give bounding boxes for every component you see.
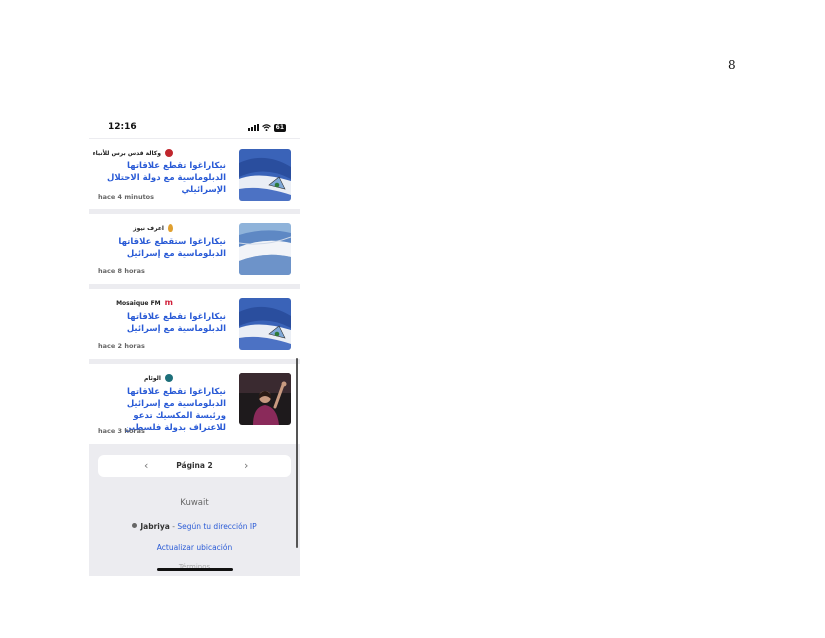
source-name: Mosaique FM bbox=[116, 299, 161, 307]
source-logo-icon bbox=[168, 224, 173, 232]
news-card[interactable]: m Mosaique FM نيكاراغوا تقطع علاقاتها ال… bbox=[89, 289, 300, 359]
news-headline[interactable]: نيكاراغوا تقطع علاقاتها الدبلوماسية مع إ… bbox=[98, 311, 226, 335]
source-name: وكالة قدس برس للأنباء bbox=[92, 149, 161, 157]
news-thumbnail[interactable] bbox=[239, 149, 291, 201]
chevron-right-icon[interactable]: › bbox=[244, 459, 248, 472]
news-card[interactable]: وكالة قدس برس للأنباء نيكاراغوا تقطع علا… bbox=[89, 139, 300, 209]
news-thumbnail[interactable] bbox=[239, 223, 291, 275]
region-name: Kuwait bbox=[180, 498, 209, 508]
status-time: 12:16 bbox=[108, 122, 137, 132]
news-age: hace 4 minutos bbox=[98, 193, 155, 201]
wifi-icon bbox=[261, 124, 271, 131]
source-name: اعرف نيوز bbox=[133, 224, 164, 232]
news-headline[interactable]: نيكاراغوا تقطع علاقاتها الدبلوماسية مع د… bbox=[98, 160, 226, 196]
news-age: hace 2 horas bbox=[98, 342, 145, 350]
page-label: Página 2 bbox=[176, 461, 213, 470]
news-source: الوئام bbox=[144, 374, 173, 382]
news-thumbnail[interactable] bbox=[239, 298, 291, 350]
ip-location-link[interactable]: Según tu dirección IP bbox=[177, 522, 256, 531]
location-line: Jabriya - Según tu dirección IP bbox=[89, 522, 300, 531]
news-source: وكالة قدس برس للأنباء bbox=[93, 149, 173, 157]
news-thumbnail[interactable] bbox=[239, 373, 291, 425]
update-location-link[interactable]: Actualizar ubicación bbox=[89, 543, 300, 552]
home-indicator[interactable] bbox=[157, 568, 233, 571]
source-name: الوئام bbox=[144, 374, 161, 382]
news-card[interactable]: الوئام نيكاراغوا تقطع علاقاتها الدبلوماس… bbox=[89, 364, 300, 444]
source-logo-icon: m bbox=[164, 298, 173, 307]
news-headline[interactable]: نيكاراغوا ستقطع علاقاتها الدبلوماسية مع … bbox=[98, 236, 226, 260]
battery-icon: 61 bbox=[273, 123, 286, 132]
pagination: ‹ Página 2 › bbox=[98, 455, 291, 477]
news-age: hace 3 horas bbox=[98, 427, 145, 435]
scrollbar[interactable] bbox=[296, 358, 298, 548]
news-age: hace 8 horas bbox=[98, 267, 145, 275]
page-number: 8 bbox=[728, 58, 736, 72]
phone-screen: 12:16 61 وكالة قدس برس للأنباء نيكاراغوا… bbox=[89, 114, 300, 576]
source-logo-icon bbox=[165, 149, 173, 157]
location-city: Jabriya bbox=[140, 522, 170, 531]
location-dot-icon bbox=[132, 523, 138, 528]
status-bar: 12:16 61 bbox=[89, 114, 300, 138]
signal-icon bbox=[247, 124, 259, 131]
news-source: m Mosaique FM bbox=[116, 299, 173, 307]
status-icons: 61 bbox=[247, 123, 286, 132]
source-logo-icon bbox=[165, 374, 173, 382]
news-card[interactable]: اعرف نيوز نيكاراغوا ستقطع علاقاتها الدبل… bbox=[89, 214, 300, 284]
news-source: اعرف نيوز bbox=[133, 224, 173, 232]
